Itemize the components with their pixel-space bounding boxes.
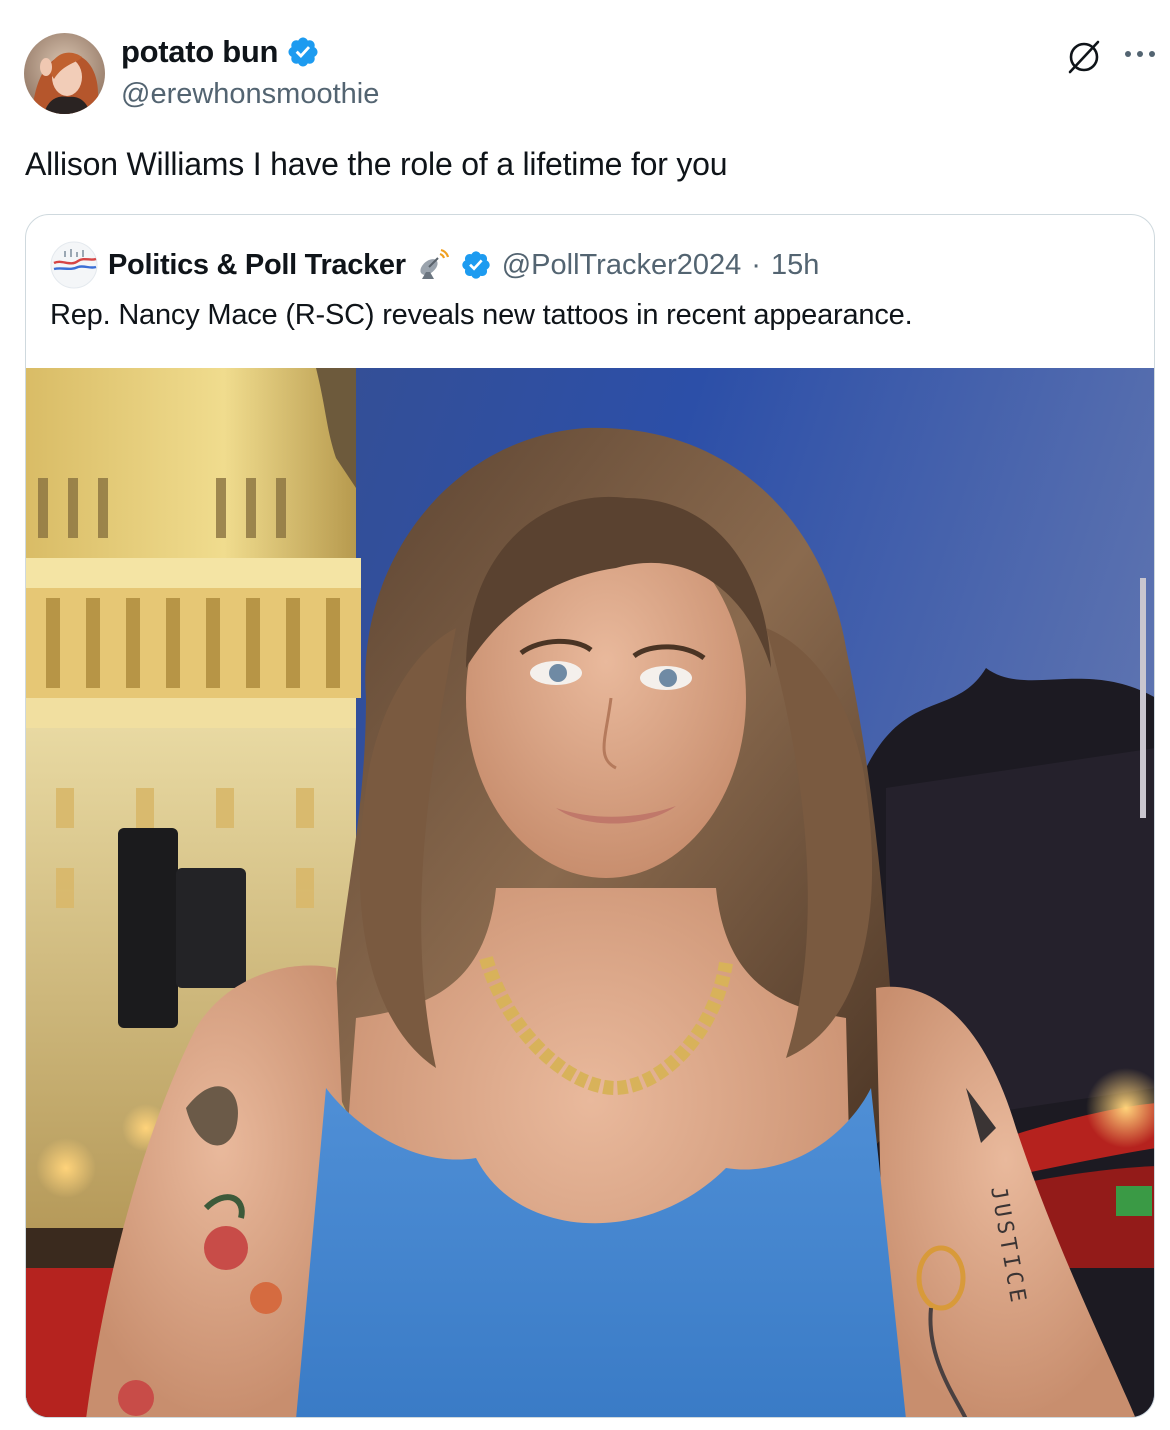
author-avatar[interactable] [24, 33, 105, 114]
quote-verified-badge-icon[interactable] [460, 249, 492, 281]
more-icon[interactable] [1120, 34, 1160, 74]
quote-handle[interactable]: @PollTracker2024 [502, 249, 742, 282]
author-handle[interactable]: @erewhonsmoothie [121, 78, 379, 111]
author-display-name[interactable]: potato bun [121, 34, 278, 70]
quote-text: Rep. Nancy Mace (R-SC) reveals new tatto… [50, 299, 913, 331]
quote-separator: · [751, 248, 761, 281]
tweet-text: Allison Williams I have the role of a li… [25, 146, 728, 182]
quote-avatar[interactable] [50, 241, 98, 289]
tweet: potato bun @erewhonsmoothie Allison Will… [0, 0, 1170, 1430]
quote-timestamp[interactable]: 15h [771, 249, 819, 282]
grok-icon[interactable] [1064, 36, 1104, 76]
quote-display-name[interactable]: Politics & Poll Tracker [108, 249, 406, 282]
verified-badge-icon[interactable] [286, 35, 320, 69]
quote-header: Politics & Poll Tracker @PollTracker2024… [50, 241, 819, 289]
quote-tweet-card[interactable]: Politics & Poll Tracker @PollTracker2024… [25, 214, 1155, 1418]
author-name-row: potato bun [121, 34, 320, 70]
satellite-antenna-icon [416, 248, 450, 282]
quote-media-photo[interactable]: JUSTICE [26, 368, 1154, 1417]
